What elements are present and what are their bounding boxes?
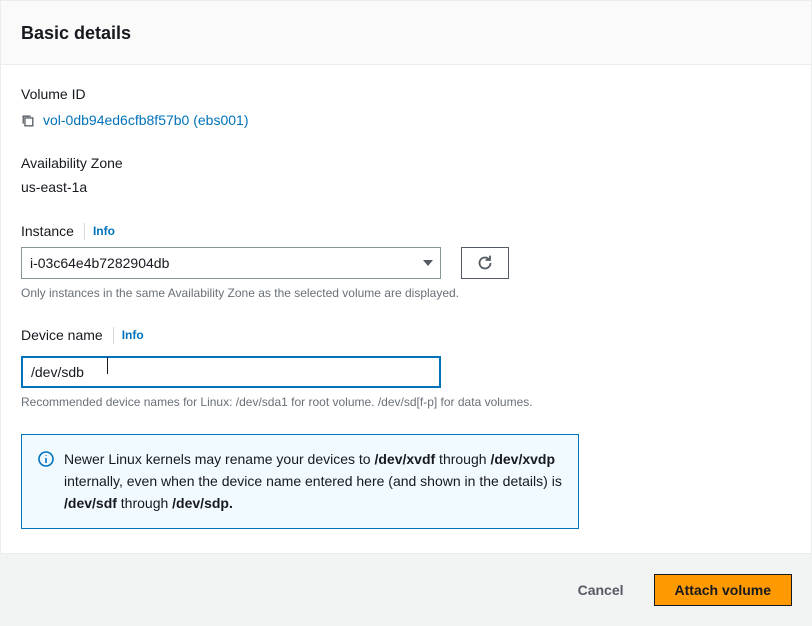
instance-select[interactable] <box>21 247 441 279</box>
info-box-text: Newer Linux kernels may rename your devi… <box>64 449 562 514</box>
info-box: Newer Linux kernels may rename your devi… <box>21 434 579 529</box>
footer: Cancel Attach volume <box>0 554 812 626</box>
device-name-help-text: Recommended device names for Linux: /dev… <box>21 394 791 411</box>
instance-field: Instance Info Only instances in the <box>21 222 791 302</box>
device-name-info-link[interactable]: Info <box>113 327 144 344</box>
availability-zone-field: Availability Zone us-east-1a <box>21 154 791 197</box>
instance-label-row: Instance Info <box>21 222 791 242</box>
device-name-field: Device name Info Recommended device name… <box>21 326 791 410</box>
copy-icon[interactable] <box>21 114 35 128</box>
panel-header: Basic details <box>1 1 811 65</box>
instance-label: Instance <box>21 222 74 242</box>
volume-id-field: Volume ID vol-0db94ed6cfb8f57b0 (ebs001) <box>21 85 791 130</box>
device-name-input[interactable] <box>21 356 441 388</box>
refresh-icon <box>477 255 493 271</box>
availability-zone-value: us-east-1a <box>21 178 791 198</box>
instance-select-wrapper <box>21 247 441 279</box>
instance-info-link[interactable]: Info <box>84 223 115 240</box>
info-icon <box>38 451 54 467</box>
panel-title: Basic details <box>21 21 791 46</box>
volume-id-link[interactable]: vol-0db94ed6cfb8f57b0 (ebs001) <box>43 111 249 131</box>
basic-details-panel: Basic details Volume ID vol-0db94ed6cfb8… <box>0 0 812 554</box>
instance-input-row <box>21 247 791 279</box>
cancel-button[interactable]: Cancel <box>558 574 644 606</box>
device-name-label-row: Device name Info <box>21 326 791 346</box>
availability-zone-label: Availability Zone <box>21 154 791 174</box>
device-name-label: Device name <box>21 326 103 346</box>
instance-help-text: Only instances in the same Availability … <box>21 285 791 302</box>
volume-id-row: vol-0db94ed6cfb8f57b0 (ebs001) <box>21 111 791 131</box>
refresh-button[interactable] <box>461 247 509 279</box>
panel-body: Volume ID vol-0db94ed6cfb8f57b0 (ebs001)… <box>1 65 811 553</box>
attach-volume-button[interactable]: Attach volume <box>654 574 792 606</box>
volume-id-label: Volume ID <box>21 85 791 105</box>
